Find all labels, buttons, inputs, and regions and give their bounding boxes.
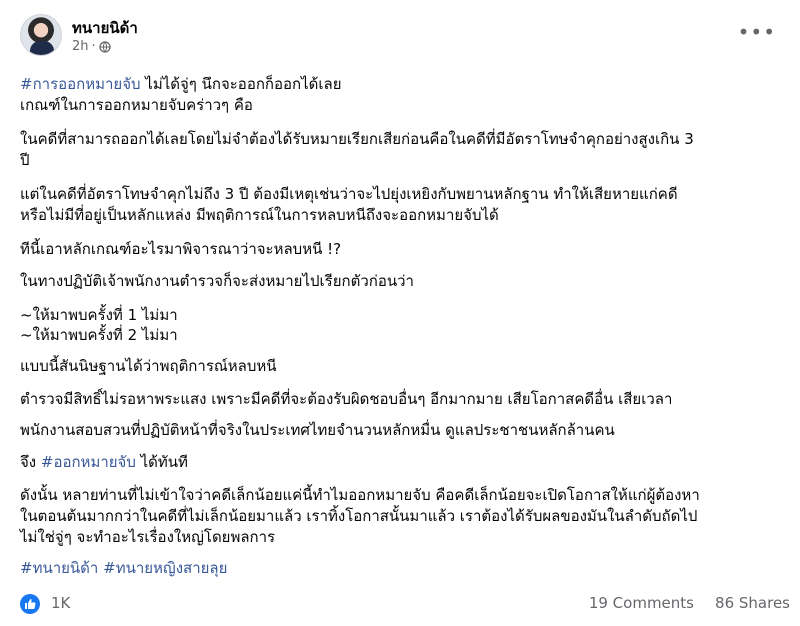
comments-count[interactable]: 19 Comments <box>589 594 694 612</box>
paragraph: ดังนั้น หลายท่านที่ไม่เข้าใจว่าคดีเล็กน้… <box>20 486 700 504</box>
hashtag-link[interactable]: #การออกหมายจับ <box>20 75 141 93</box>
paragraph: ตำรวจมีสิทธิ์ไม่รอหาพระแสง เพราะมีคดีที่… <box>20 390 673 408</box>
paragraph: แบบนี้สันนิษฐานได้ว่าพฤติการณ์หลบหนี <box>20 357 277 375</box>
avatar[interactable] <box>20 14 62 56</box>
hashtag-link[interactable]: #ทนายนิด้า <box>20 559 98 577</box>
shares-count[interactable]: 86 Shares <box>715 594 790 612</box>
paragraph: ~ให้มาพบครั้งที่ 1 ไม่มา <box>20 306 178 324</box>
paragraph: ในตอนต้นมากกว่าในคดีที่ไม่เล็กน้อยมาแล้ว… <box>20 507 698 525</box>
post-footer: 1K 19 Comments 86 Shares <box>20 592 790 616</box>
paragraph: เกณฑ์ในการออกหมายจับคร่าวๆ คือ <box>20 96 253 114</box>
author-name[interactable]: ทนายนิด้า <box>72 16 138 40</box>
facebook-post: ทนายนิด้า 2h · ••• #การออกหมายจับ ไม่ได้… <box>0 0 800 626</box>
post-header: ทนายนิด้า 2h · ••• <box>20 12 780 60</box>
paragraph: ทีนี้เอาหลักเกณฑ์อะไรมาพิจารณาว่าจะหลบหน… <box>20 240 342 258</box>
post-time[interactable]: 2h <box>72 39 89 54</box>
reaction-count[interactable]: 1K <box>51 594 70 612</box>
paragraph: #ทนายนิด้า #ทนายหญิงสายลุย <box>20 558 227 579</box>
paragraph: ไม่ใช่จู่ๆ จะทำอะไรเรื่องใหญ่โดยพลการ <box>20 528 276 546</box>
paragraph: ~ให้มาพบครั้งที่ 2 ไม่มา <box>20 326 178 344</box>
paragraph: แต่ในคดีที่อัตราโทษจำคุกไม่ถึง 3 ปี ต้อง… <box>20 185 678 203</box>
hashtag-link[interactable]: #ทนายหญิงสายลุย <box>103 559 227 577</box>
paragraph: ในคดีที่สามารถออกได้เลยโดยไม่จำต้องได้รั… <box>20 130 694 148</box>
paragraph: หรือไม่มีที่อยู่เป็นหลักแหล่ง มีพฤติการณ… <box>20 206 499 224</box>
paragraph: จึง #ออกหมายจับ ได้ทันที <box>20 453 188 471</box>
like-icon[interactable] <box>20 594 40 614</box>
globe-icon <box>99 40 111 53</box>
paragraph: พนักงานสอบสวนที่ปฏิบัติหน้าที่จริงในประเ… <box>20 421 615 439</box>
post-meta: 2h · <box>72 39 111 54</box>
paragraph: ปี <box>20 151 30 169</box>
paragraph: #การออกหมายจับ ไม่ได้จู่ๆ นึกจะออกก็ออกไ… <box>20 75 342 93</box>
hashtag-link[interactable]: #ออกหมายจับ <box>41 453 136 471</box>
paragraph: ในทางปฏิบัติเจ้าพนักงานตำรวจก็จะส่งหมายไ… <box>20 272 414 290</box>
more-icon[interactable]: ••• <box>738 22 776 42</box>
